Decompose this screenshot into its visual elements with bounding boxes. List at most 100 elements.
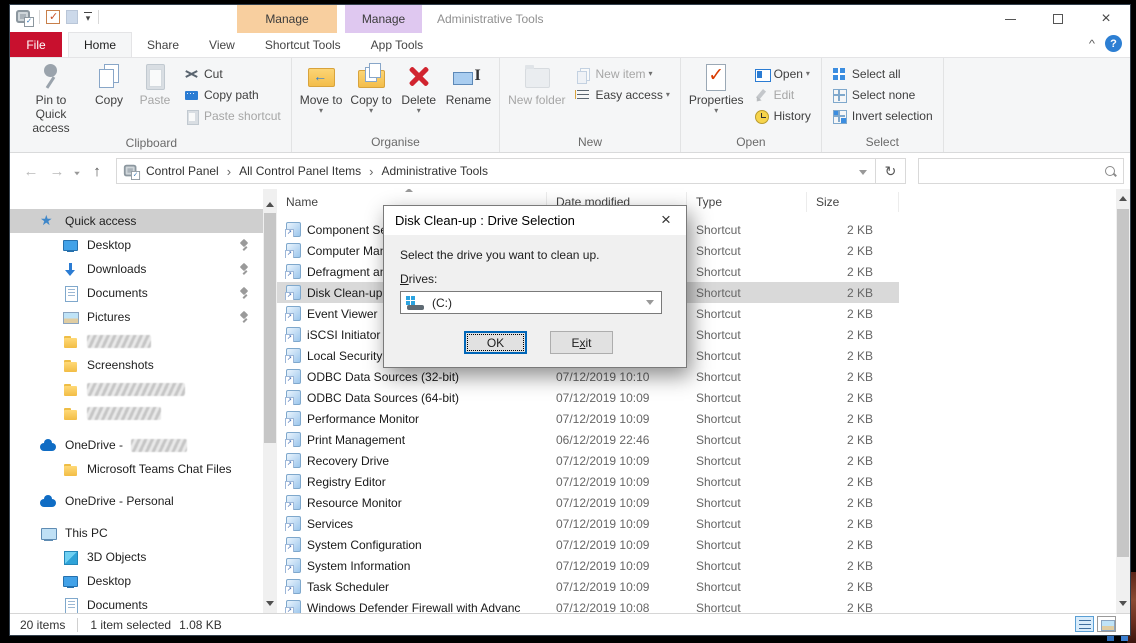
sidebar-scrollbar[interactable] bbox=[263, 189, 277, 613]
breadcrumb-all-control-panel-items[interactable]: All Control Panel Items bbox=[233, 164, 367, 178]
breadcrumb-administrative-tools[interactable]: Administrative Tools bbox=[375, 164, 494, 178]
file-row-odbc-data-sources-64-bit[interactable]: ODBC Data Sources (64-bit)07/12/2019 10:… bbox=[277, 387, 1116, 408]
address-bar[interactable]: Control Panel›All Control Panel Items›Ad… bbox=[116, 158, 906, 184]
ok-button[interactable]: OK bbox=[464, 331, 527, 354]
dialog-close-icon[interactable]: × bbox=[656, 210, 676, 230]
shortcut-file-icon bbox=[286, 369, 301, 384]
new-folder-qat-icon[interactable] bbox=[66, 10, 78, 24]
tab-app-tools[interactable]: App Tools bbox=[356, 32, 438, 57]
file-row-windows-defender-firewall-with-advanc[interactable]: Windows Defender Firewall with Advanc07/… bbox=[277, 597, 1116, 613]
history-icon bbox=[754, 108, 770, 124]
sidebar-item-desktop[interactable]: Desktop bbox=[10, 569, 263, 593]
collapse-ribbon-icon[interactable]: ^ bbox=[1089, 38, 1095, 50]
file-row-task-scheduler[interactable]: Task Scheduler07/12/2019 10:09Shortcut2 … bbox=[277, 576, 1116, 597]
sidebar-item-documents[interactable]: Documents bbox=[10, 593, 263, 613]
combobox-dropdown-icon[interactable] bbox=[646, 300, 654, 305]
file-row-resource-monitor[interactable]: Resource Monitor07/12/2019 10:09Shortcut… bbox=[277, 492, 1116, 513]
sidebar-item-quick-access[interactable]: Quick access bbox=[10, 209, 263, 233]
scroll-up-icon[interactable] bbox=[263, 197, 277, 212]
sidebar-item-3d-objects[interactable]: 3D Objects bbox=[10, 545, 263, 569]
scrollbar-thumb[interactable] bbox=[264, 213, 276, 443]
maximize-button[interactable] bbox=[1048, 9, 1068, 29]
file-type-cell: Shortcut bbox=[687, 370, 807, 384]
sidebar-item-desktop[interactable]: Desktop bbox=[10, 233, 263, 257]
scroll-down-icon[interactable] bbox=[263, 596, 277, 611]
manage-shortcut-tools-header[interactable]: Manage bbox=[237, 5, 337, 33]
close-button[interactable]: × bbox=[1096, 9, 1116, 29]
sidebar-item-onedrive-personal[interactable]: OneDrive - Personal bbox=[10, 489, 263, 513]
large-icons-view-button[interactable] bbox=[1097, 616, 1116, 632]
scroll-up-icon[interactable] bbox=[1116, 191, 1130, 206]
file-size-cell: 2 KB bbox=[807, 328, 899, 342]
select-none-button[interactable]: Select none bbox=[828, 84, 937, 105]
address-dropdown-icon[interactable] bbox=[851, 164, 875, 178]
rename-button[interactable]: Rename bbox=[442, 60, 495, 109]
up-icon[interactable]: ↑ bbox=[84, 163, 110, 180]
exit-button[interactable]: Exit bbox=[550, 331, 613, 354]
column-header-size[interactable]: Size bbox=[807, 192, 899, 212]
delete-button[interactable]: Delete▾ bbox=[396, 60, 442, 115]
sidebar-item-screenshots[interactable]: Screenshots bbox=[10, 353, 263, 377]
minimize-button[interactable] bbox=[1000, 9, 1020, 29]
copy-button[interactable]: Copy bbox=[86, 60, 132, 109]
open-button[interactable]: Open▾ bbox=[750, 63, 815, 84]
scroll-down-icon[interactable] bbox=[1116, 596, 1130, 611]
details-view-button[interactable] bbox=[1075, 616, 1094, 632]
refresh-icon[interactable]: ↻ bbox=[875, 158, 905, 184]
file-row-recovery-drive[interactable]: Recovery Drive07/12/2019 10:09Shortcut2 … bbox=[277, 450, 1116, 471]
tab-shortcut-tools[interactable]: Shortcut Tools bbox=[250, 32, 356, 57]
invert-selection-button[interactable]: Invert selection bbox=[828, 105, 937, 126]
file-name-cell: Performance Monitor bbox=[277, 411, 547, 426]
properties-qat-icon[interactable] bbox=[46, 10, 60, 24]
file-type-cell: Shortcut bbox=[687, 244, 807, 258]
column-header-type[interactable]: Type bbox=[687, 192, 807, 212]
sidebar-item-pictures[interactable]: Pictures bbox=[10, 305, 263, 329]
sidebar-item-documents[interactable]: Documents bbox=[10, 281, 263, 305]
copy-path-button[interactable]: Copy path bbox=[180, 84, 285, 105]
tab-view[interactable]: View bbox=[194, 32, 250, 57]
pin-to-quick-access-button[interactable]: Pin to Quick access bbox=[16, 60, 86, 136]
properties-button[interactable]: Properties▾ bbox=[685, 60, 748, 115]
copy-to-button[interactable]: Copy to▾ bbox=[346, 60, 395, 115]
help-icon[interactable]: ? bbox=[1105, 35, 1122, 52]
drives-combobox[interactable]: (C:) bbox=[400, 291, 662, 314]
easy-access-button[interactable]: Easy access▾ bbox=[571, 84, 673, 105]
sidebar-item-this-pc[interactable]: This PC bbox=[10, 521, 263, 545]
select-all-button[interactable]: Select all bbox=[828, 63, 937, 84]
forward-icon[interactable]: → bbox=[44, 163, 70, 180]
file-row-registry-editor[interactable]: Registry Editor07/12/2019 10:09Shortcut2… bbox=[277, 471, 1116, 492]
sidebar-item-microsoft-teams-chat-files[interactable]: Microsoft Teams Chat Files bbox=[10, 457, 263, 481]
file-row-system-configuration[interactable]: System Configuration07/12/2019 10:09Shor… bbox=[277, 534, 1116, 555]
sidebar-item-onedrive[interactable]: OneDrive - bbox=[10, 433, 263, 457]
recent-locations-chevron-icon[interactable] bbox=[70, 163, 84, 180]
file-row-system-information[interactable]: System Information07/12/2019 10:09Shortc… bbox=[277, 555, 1116, 576]
shortcut-file-icon bbox=[286, 516, 301, 531]
file-list-scrollbar[interactable] bbox=[1116, 189, 1130, 613]
sidebar-item-downloads[interactable]: Downloads bbox=[10, 257, 263, 281]
customize-qat-dropdown-icon[interactable]: ▾ bbox=[84, 12, 92, 22]
file-name-cell: Print Management bbox=[277, 432, 547, 447]
tab-file[interactable]: File bbox=[10, 32, 62, 57]
breadcrumb-control-panel[interactable]: Control Panel bbox=[140, 164, 225, 178]
history-button[interactable]: History bbox=[750, 105, 815, 126]
tab-share[interactable]: Share bbox=[132, 32, 194, 57]
scrollbar-thumb[interactable] bbox=[1117, 209, 1129, 557]
sidebar-item-redacted[interactable] bbox=[10, 401, 263, 425]
file-row-performance-monitor[interactable]: Performance Monitor07/12/2019 10:09Short… bbox=[277, 408, 1116, 429]
sidebar-item-redacted[interactable] bbox=[10, 377, 263, 401]
file-row-print-management[interactable]: Print Management06/12/2019 22:46Shortcut… bbox=[277, 429, 1116, 450]
move-to-button[interactable]: Move to▾ bbox=[296, 60, 347, 115]
file-name: Disk Clean-up bbox=[307, 286, 382, 300]
sidebar-item-label: 3D Objects bbox=[87, 550, 146, 564]
sidebar-item-redacted[interactable] bbox=[10, 329, 263, 353]
manage-app-tools-header[interactable]: Manage bbox=[345, 5, 422, 33]
back-icon[interactable]: ← bbox=[18, 163, 44, 180]
file-row-odbc-data-sources-32-bit[interactable]: ODBC Data Sources (32-bit)07/12/2019 10:… bbox=[277, 366, 1116, 387]
search-box[interactable] bbox=[918, 158, 1124, 184]
search-input[interactable] bbox=[925, 164, 1104, 178]
file-date-cell: 07/12/2019 10:08 bbox=[547, 601, 687, 614]
button-label: Invert selection bbox=[852, 109, 933, 123]
tab-home[interactable]: Home bbox=[68, 32, 132, 57]
cut-button[interactable]: Cut bbox=[180, 63, 285, 84]
file-row-services[interactable]: Services07/12/2019 10:09Shortcut2 KB bbox=[277, 513, 1116, 534]
